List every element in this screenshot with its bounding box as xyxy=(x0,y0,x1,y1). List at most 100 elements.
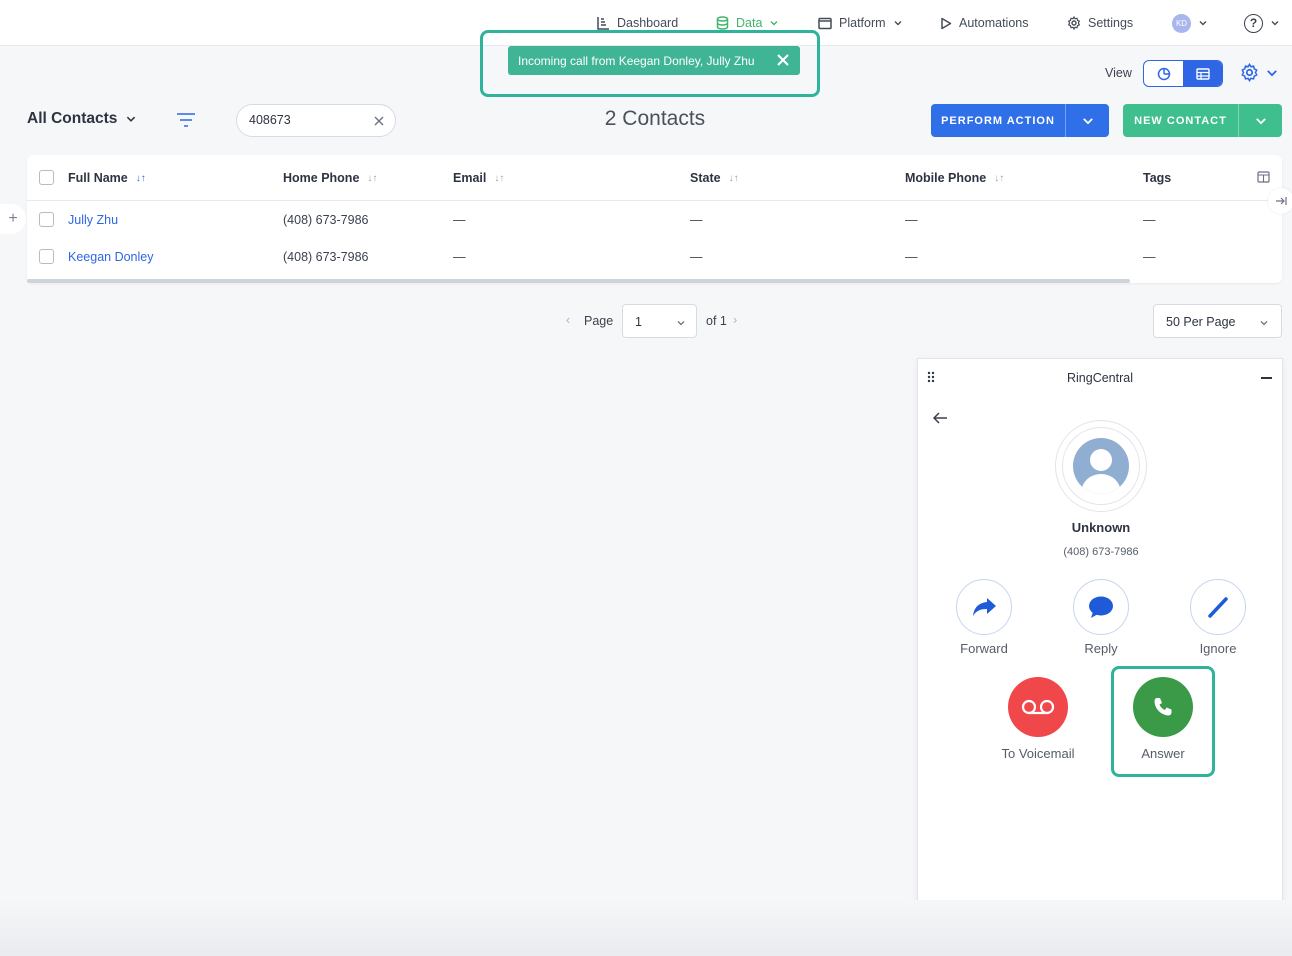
row-checkbox[interactable] xyxy=(39,212,54,227)
back-arrow-icon[interactable] xyxy=(932,411,948,425)
list-selector[interactable]: All Contacts xyxy=(27,110,137,128)
table-row[interactable]: Jully Zhu (408) 673-7986 — — — — xyxy=(27,201,1282,238)
filter-button[interactable] xyxy=(176,112,196,131)
view-label: View xyxy=(1105,66,1132,80)
row-checkbox[interactable] xyxy=(39,249,54,264)
column-full-name-label: Full Name xyxy=(68,171,128,185)
table-row[interactable]: Keegan Donley (408) 673-7986 — — — — xyxy=(27,238,1282,275)
forward-button[interactable]: Forward xyxy=(944,579,1024,656)
avatar-frame xyxy=(1062,427,1140,505)
column-home-phone-label: Home Phone xyxy=(283,171,360,185)
nav-platform[interactable]: Platform xyxy=(818,13,903,33)
new-contact-dropdown[interactable] xyxy=(1238,104,1282,137)
voicemail-label: To Voicemail xyxy=(1001,746,1075,761)
ignore-button[interactable]: Ignore xyxy=(1178,579,1258,656)
next-page-icon[interactable]: › xyxy=(733,313,737,327)
select-all-checkbox[interactable] xyxy=(39,170,54,185)
column-state-label: State xyxy=(690,171,721,185)
view-toggle xyxy=(1143,60,1223,87)
sort-icon[interactable]: ↓↑ xyxy=(729,173,739,184)
nav-platform-label: Platform xyxy=(839,16,886,30)
list-name: All Contacts xyxy=(27,110,118,127)
perform-action-button[interactable]: PERFORM ACTION xyxy=(931,104,1065,137)
table-settings-menu[interactable] xyxy=(1240,63,1279,82)
column-email[interactable]: Email ↓↑ xyxy=(453,171,504,185)
reply-label: Reply xyxy=(1084,641,1118,656)
per-page-select[interactable]: 50 Per Page xyxy=(1153,304,1282,338)
ringcentral-widget: RingCentral Unknown (408) 673-7986 Forwa… xyxy=(917,358,1283,943)
email-cell: — xyxy=(453,213,466,227)
tags-cell: — xyxy=(1143,213,1156,227)
nav-data-label: Data xyxy=(736,16,763,30)
search-input[interactable] xyxy=(249,113,369,127)
contact-name-link[interactable]: Keegan Donley xyxy=(68,250,153,264)
filter-icon xyxy=(177,113,195,127)
minimize-icon[interactable] xyxy=(1261,377,1272,379)
answer-highlight-frame xyxy=(1111,666,1215,777)
forward-label: Forward xyxy=(960,641,1008,656)
prev-page-icon[interactable]: ‹ xyxy=(566,313,570,327)
pie-chart-icon xyxy=(1157,67,1170,80)
search-box xyxy=(236,104,396,137)
avatar: KD xyxy=(1172,13,1191,33)
clear-search-icon[interactable] xyxy=(373,115,385,127)
table-icon xyxy=(1195,67,1210,80)
horizontal-scrollbar[interactable] xyxy=(27,279,1130,283)
database-icon xyxy=(716,16,729,30)
column-state[interactable]: State ↓↑ xyxy=(690,171,739,185)
expand-panel-icon[interactable] xyxy=(1268,188,1292,214)
help-icon: ? xyxy=(1244,13,1263,33)
forward-circle xyxy=(956,579,1012,635)
add-row-icon[interactable]: + xyxy=(0,204,26,234)
forward-icon xyxy=(973,598,996,616)
columns-icon[interactable] xyxy=(1257,171,1270,183)
chevron-down-icon xyxy=(1199,21,1207,26)
incoming-call-toast[interactable]: Incoming call from Keegan Donley, Jully … xyxy=(508,46,800,75)
perform-action-dropdown[interactable] xyxy=(1065,104,1109,137)
reply-button[interactable]: Reply xyxy=(1061,579,1141,656)
ignore-label: Ignore xyxy=(1199,641,1237,656)
window-icon xyxy=(818,17,832,29)
user-menu[interactable]: KD xyxy=(1172,13,1208,33)
help-menu[interactable]: ? xyxy=(1244,13,1280,33)
mobile-phone-cell: — xyxy=(905,213,918,227)
column-mobile-phone[interactable]: Mobile Phone ↓↑ xyxy=(905,171,1004,185)
new-contact-split-button: NEW CONTACT xyxy=(1123,104,1282,137)
voicemail-button[interactable]: To Voicemail xyxy=(988,677,1088,761)
sort-icon[interactable]: ↓↑ xyxy=(494,173,504,184)
close-icon[interactable] xyxy=(775,52,791,68)
gear-icon xyxy=(1241,63,1258,82)
chevron-down-icon xyxy=(1255,117,1266,124)
caller-name: Unknown xyxy=(1071,520,1131,535)
page-select[interactable]: 1 xyxy=(622,304,697,338)
contacts-table: Full Name ↓↑ Home Phone ↓↑ Email ↓↑ Stat… xyxy=(27,155,1282,283)
contact-name-link[interactable]: Jully Zhu xyxy=(68,213,118,227)
chevron-down-icon xyxy=(894,21,902,26)
column-email-label: Email xyxy=(453,171,487,185)
page-count: of 1 xyxy=(706,314,727,328)
state-cell: — xyxy=(690,213,703,227)
sort-icon[interactable]: ↓↑ xyxy=(136,173,146,184)
reply-circle xyxy=(1073,579,1129,635)
toast-message: Incoming call from Keegan Donley, Jully … xyxy=(518,53,755,68)
column-tags[interactable]: Tags xyxy=(1143,171,1171,185)
voicemail-circle xyxy=(1008,677,1068,737)
widget-title: RingCentral xyxy=(1066,371,1133,385)
column-tags-label: Tags xyxy=(1143,171,1172,185)
nav-automations-label: Automations xyxy=(959,16,1029,30)
sort-icon[interactable]: ↓↑ xyxy=(367,173,377,184)
play-icon xyxy=(941,17,952,29)
column-full-name[interactable]: Full Name ↓↑ xyxy=(68,171,146,185)
chart-icon xyxy=(597,17,609,30)
chevron-down-icon xyxy=(770,21,778,26)
view-table-button[interactable] xyxy=(1183,61,1222,86)
voicemail-icon xyxy=(1021,699,1055,715)
new-contact-button[interactable]: NEW CONTACT xyxy=(1123,104,1238,137)
chevron-down-icon xyxy=(1082,117,1093,124)
nav-automations[interactable]: Automations xyxy=(940,13,1028,33)
view-smart-list-button[interactable] xyxy=(1144,61,1183,86)
column-home-phone[interactable]: Home Phone ↓↑ xyxy=(283,171,377,185)
sort-icon[interactable]: ↓↑ xyxy=(994,173,1004,184)
email-cell: — xyxy=(453,250,466,264)
nav-settings[interactable]: Settings xyxy=(1067,13,1133,33)
